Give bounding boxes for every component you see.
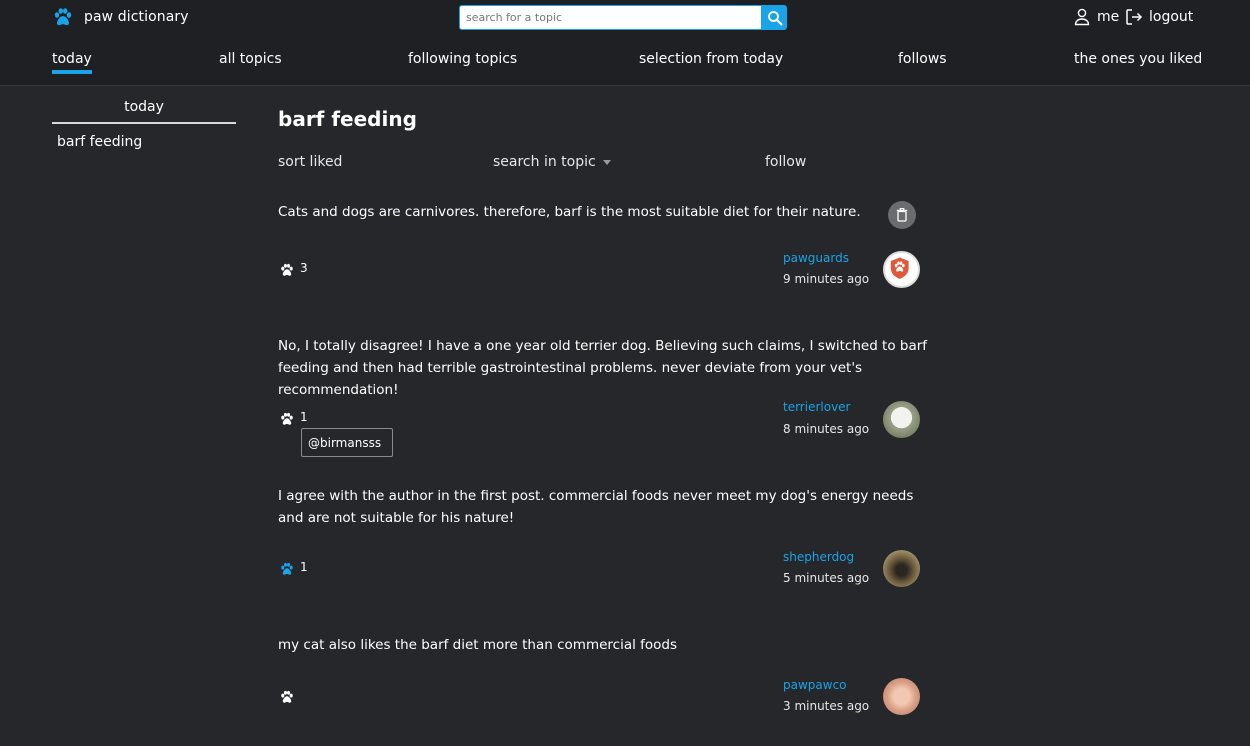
author-link[interactable]: shepherdog: [783, 550, 854, 564]
paw-icon: [281, 263, 293, 276]
like-button[interactable]: [280, 411, 294, 425]
entry-text: Cats and dogs are carnivores. therefore,…: [278, 204, 861, 220]
search-in-topic-dropdown[interactable]: search in topic: [493, 154, 611, 170]
search-button[interactable]: [762, 5, 787, 30]
me-label: me: [1097, 9, 1120, 25]
search-input[interactable]: [459, 5, 762, 30]
terrierlover-avatar[interactable]: [883, 401, 920, 438]
pawguards-avatar[interactable]: [883, 251, 920, 288]
paw-icon: [281, 412, 293, 425]
tab-follows[interactable]: follows: [898, 51, 947, 67]
shepherdog-avatar[interactable]: [883, 550, 920, 587]
trash-icon: [896, 208, 908, 222]
entry-text: I agree with the author in the first pos…: [278, 488, 914, 526]
caret-down-icon: [602, 160, 611, 165]
user-icon: [1074, 8, 1090, 26]
author-link[interactable]: pawguards: [783, 251, 849, 265]
follow-button[interactable]: follow: [765, 154, 806, 170]
paw-icon: [281, 562, 293, 575]
like-count[interactable]: 3: [300, 261, 308, 275]
sort-liked-label: sort liked: [278, 154, 343, 170]
paw-icon: [54, 8, 72, 26]
entry-time[interactable]: 5 minutes ago: [783, 571, 869, 585]
author-link[interactable]: pawpawco: [783, 678, 847, 692]
liker-tooltip[interactable]: @birmansss: [301, 428, 393, 457]
search-bar: [459, 5, 787, 30]
author-link[interactable]: terrierlover: [783, 400, 851, 414]
shield-paw-icon: [890, 257, 909, 279]
like-button-liked[interactable]: [280, 561, 294, 575]
topic-title: barf feeding: [278, 107, 417, 131]
logout-link[interactable]: logout: [1125, 8, 1193, 26]
like-button[interactable]: [280, 689, 294, 703]
like-count[interactable]: 1: [300, 560, 308, 574]
brand-logo[interactable]: paw dictionary: [53, 7, 189, 27]
entry-text: my cat also likes the barf diet more tha…: [278, 637, 678, 653]
entry-time[interactable]: 8 minutes ago: [783, 422, 869, 436]
tab-following-topics[interactable]: following topics: [408, 51, 517, 67]
like-count[interactable]: 1: [300, 410, 308, 424]
search-in-topic-label: search in topic: [493, 154, 596, 170]
logout-label: logout: [1149, 9, 1194, 25]
sidebar-title: today: [52, 99, 236, 124]
like-button[interactable]: [280, 262, 294, 276]
tab-selection-from-today[interactable]: selection from today: [639, 51, 783, 67]
sidebar-item-barf-feeding[interactable]: barf feeding: [57, 134, 142, 150]
entry-text: No, I totally disagree! I have a one yea…: [278, 338, 928, 398]
sort-liked-button[interactable]: sort liked: [278, 154, 342, 170]
top-bar: paw dictionary me logout today all topic…: [0, 0, 1250, 86]
tab-the-ones-you-liked[interactable]: the ones you liked: [1074, 51, 1202, 67]
logout-icon: [1126, 9, 1143, 25]
entry-time[interactable]: 3 minutes ago: [783, 699, 869, 713]
app-title: paw dictionary: [84, 9, 189, 25]
delete-button[interactable]: [888, 201, 916, 229]
paw-icon: [281, 690, 293, 703]
search-icon: [767, 10, 782, 25]
pawpawco-avatar[interactable]: [883, 678, 920, 715]
follow-label: follow: [765, 154, 807, 170]
tab-today[interactable]: today: [52, 51, 92, 74]
tab-all-topics[interactable]: all topics: [219, 51, 282, 67]
entry-time[interactable]: 9 minutes ago: [783, 272, 869, 286]
me-link[interactable]: me: [1074, 8, 1119, 26]
